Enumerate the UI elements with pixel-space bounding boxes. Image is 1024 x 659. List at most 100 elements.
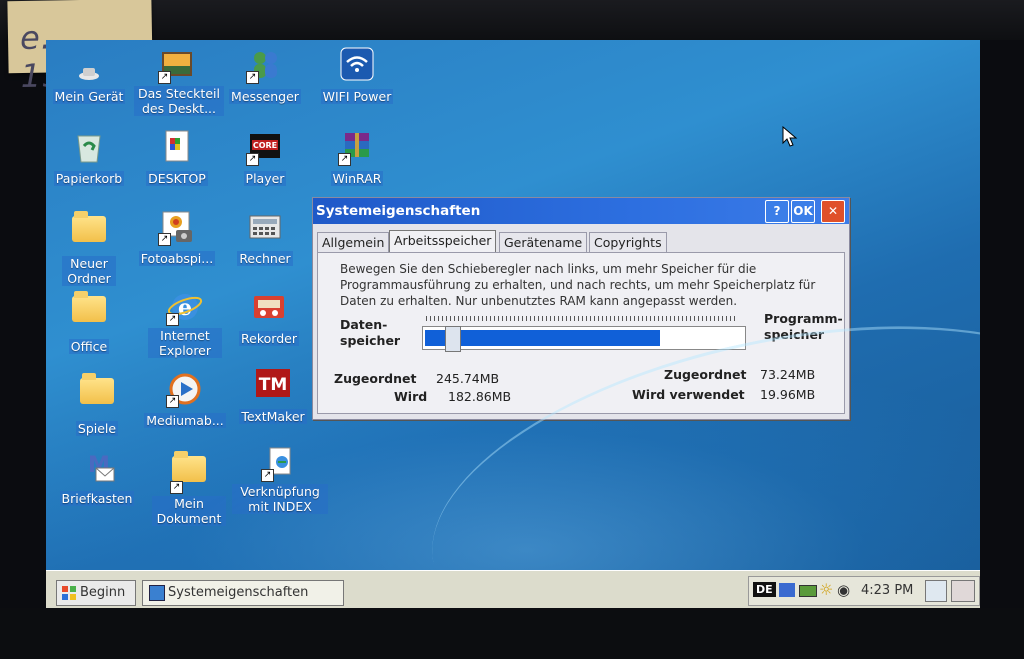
desktop-icon-label: Neuer Ordner	[62, 256, 116, 286]
desktop-icon-label: DESKTOP	[146, 171, 208, 186]
memory-slider[interactable]	[422, 326, 746, 352]
monitor-bezel-bottom	[0, 608, 1024, 659]
desktop-icon-calculator[interactable]: Rechner	[222, 208, 308, 267]
dialog-titlebar[interactable]: Systemeigenschaften ? OK ✕	[313, 198, 849, 224]
start-button[interactable]: Beginn	[56, 580, 136, 606]
desktop-icon-wifi-power[interactable]: WIFI Power	[314, 46, 400, 105]
close-button[interactable]: ✕	[821, 200, 845, 223]
folder-icon	[70, 211, 108, 254]
desktop-icon-label: Verknüpfung mit INDEX	[232, 484, 328, 514]
desktop-icon-label: Office	[68, 339, 110, 354]
program-assigned-value: 73.24MB	[760, 367, 816, 382]
taskbar-window-label: Systemeigenschaften	[168, 585, 309, 600]
dialog-title: Systemeigenschaften	[316, 203, 481, 219]
desktop-icon-label: Papierkorb	[53, 171, 125, 186]
shortcut-arrow-icon: ↗	[246, 153, 259, 166]
memory-panel: Bewegen Sie den Schieberegler nach links…	[317, 252, 845, 414]
desktop-icon-recorder[interactable]: Rekorder	[226, 288, 312, 347]
desktop-icon-office[interactable]: Office	[46, 288, 132, 355]
mouse-cursor-icon	[782, 125, 798, 152]
keyboard-icon[interactable]	[951, 580, 975, 602]
storage-used-value: 182.86MB	[448, 389, 512, 404]
tab-memory[interactable]: Arbeitsspeicher	[389, 230, 497, 253]
program-used-value: 19.96MB	[760, 387, 816, 402]
clock[interactable]: 4:23 PM	[861, 583, 913, 598]
desktop-icon-media-player[interactable]: ↗ Mediumab...	[142, 370, 228, 429]
mail-icon: M	[78, 448, 116, 486]
wifi-icon	[338, 46, 376, 84]
desktop-icon-label: Player	[243, 171, 287, 186]
slider-thumb[interactable]	[445, 326, 461, 352]
desktop-toggle-icon[interactable]	[925, 580, 947, 602]
folder-icon	[78, 373, 116, 416]
tab-general[interactable]: Allgemein	[317, 232, 390, 252]
desktop-icon-my-device[interactable]: Mein Gerät	[46, 46, 132, 105]
folder-icon	[70, 291, 108, 334]
desktop-icon-label: Briefkasten	[59, 491, 135, 506]
system-properties-icon	[149, 584, 165, 601]
player-icon: CORE ↗	[246, 128, 284, 166]
index-document-icon: ↗	[261, 444, 299, 482]
desktop-icon-photo-viewer[interactable]: ↗ Fotoabspi...	[134, 208, 220, 267]
desktop-icon-messenger[interactable]: ↗ Messenger	[222, 46, 308, 105]
photo-viewer-icon: ↗	[158, 208, 196, 246]
desktop-icon-label: Mein Dokument	[152, 496, 226, 526]
desktop-icon-desktop[interactable]: DESKTOP	[134, 128, 220, 187]
winrar-icon: ↗	[338, 128, 376, 166]
shortcut-arrow-icon: ↗	[158, 71, 171, 84]
shortcut-arrow-icon: ↗	[338, 153, 351, 166]
svg-text:TM: TM	[259, 375, 288, 395]
battery-icon[interactable]	[799, 585, 817, 597]
desktop-icon-label: Fotoabspi...	[138, 251, 216, 266]
desktop-icon-my-documents[interactable]: ↗ Mein Dokument	[146, 448, 232, 527]
desktop-icon-recycle-bin[interactable]: Papierkorb	[46, 128, 132, 187]
ok-button[interactable]: OK	[791, 200, 815, 223]
taskbar: Beginn Systemeigenschaften DE ☼ ◉ 4:23 P…	[46, 570, 980, 608]
windows-logo-icon	[61, 585, 77, 601]
help-button[interactable]: ?	[765, 200, 789, 223]
document-icon	[158, 128, 196, 166]
folder-icon: ↗	[170, 451, 208, 494]
desktop-icon-textmaker[interactable]: TM TextMaker	[230, 366, 316, 425]
memory-description: Bewegen Sie den Schieberegler nach links…	[340, 262, 816, 308]
desktop-icon-games[interactable]: Spiele	[54, 370, 140, 437]
desktop-icon-label: Rekorder	[239, 331, 299, 346]
system-tray: DE ☼ ◉ 4:23 PM	[748, 576, 980, 606]
program-memory-label-1: Programm-	[764, 311, 843, 326]
desktop-icon-index-shortcut[interactable]: ↗ Verknüpfung mit INDEX	[232, 444, 328, 515]
desktop-icon-winrar[interactable]: ↗ WinRAR	[314, 128, 400, 187]
program-assigned-label: Zugeordnet	[664, 367, 747, 382]
storage-memory-label-1: Daten-	[340, 317, 388, 332]
language-indicator[interactable]: DE	[753, 582, 776, 597]
desktop-icon-new-folder[interactable]: Neuer Ordner	[46, 208, 132, 287]
desktop-picture-icon: ↗	[158, 46, 196, 84]
tab-device-name[interactable]: Gerätename	[499, 232, 588, 252]
desktop-icon-internet-explorer[interactable]: e ↗ Internet Explorer	[142, 288, 228, 359]
brightness-icon[interactable]: ☼	[819, 580, 833, 599]
network-icon[interactable]	[779, 583, 795, 597]
desktop-icon-player[interactable]: CORE ↗ Player	[222, 128, 308, 187]
monitor-bezel-top	[0, 0, 1024, 40]
shortcut-arrow-icon: ↗	[170, 481, 183, 494]
desktop-icon-dock[interactable]: ↗ Das Steckteil des Deskt...	[134, 46, 224, 117]
tab-copyrights[interactable]: Copyrights	[589, 232, 667, 252]
recycle-bin-icon	[70, 128, 108, 166]
storage-used-label: Wird	[394, 389, 428, 404]
desktop-icon-label: Spiele	[75, 421, 119, 436]
device-icon	[70, 46, 108, 84]
shortcut-arrow-icon: ↗	[158, 233, 171, 246]
shortcut-arrow-icon: ↗	[261, 469, 274, 482]
desktop-icon-label: Rechner	[237, 251, 293, 266]
desktop-icon-label: WIFI Power	[320, 89, 394, 104]
desktop-icon-label: WinRAR	[330, 171, 384, 186]
storage-memory-label-2: speicher	[340, 333, 401, 348]
system-properties-dialog: Systemeigenschaften ? OK ✕ Allgemein Arb…	[312, 197, 850, 420]
volume-icon[interactable]: ◉	[837, 581, 850, 599]
desktop-icon-mailbox[interactable]: M Briefkasten	[54, 448, 140, 507]
messenger-icon: ↗	[246, 46, 284, 84]
slider-ticks	[426, 316, 736, 321]
desktop-icon-label: Messenger	[229, 89, 301, 104]
desktop-icon-label: Mein Gerät	[52, 89, 126, 104]
taskbar-window-item[interactable]: Systemeigenschaften	[142, 580, 344, 606]
program-used-label: Wird verwendet	[632, 387, 745, 402]
